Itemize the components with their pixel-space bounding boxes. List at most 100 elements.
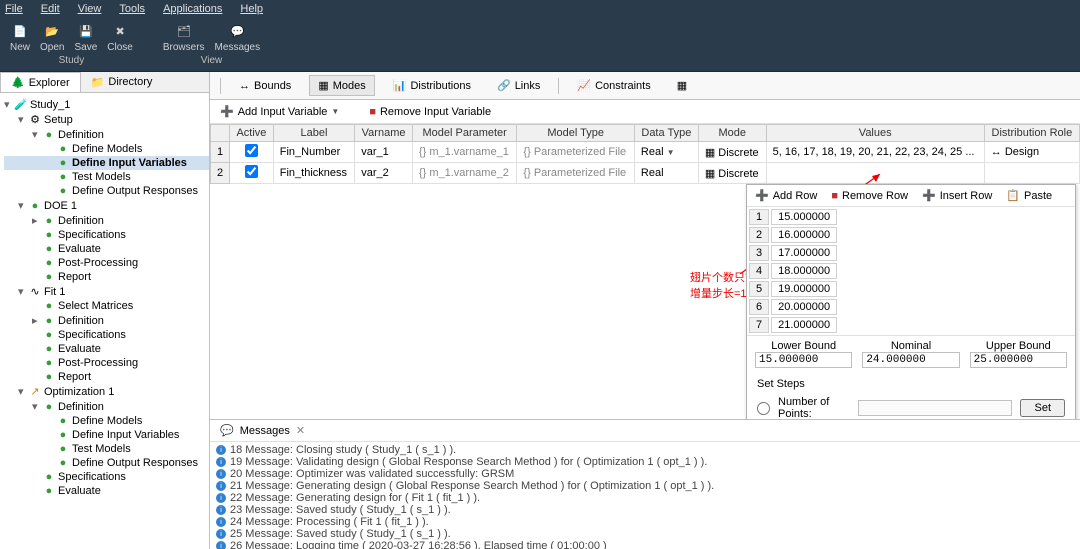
mode-icon: ▦ (705, 168, 715, 180)
chevron-down-icon: ▼ (331, 107, 339, 116)
col-type[interactable]: Model Type (517, 125, 635, 142)
check-icon: ● (42, 315, 56, 327)
check-icon: ● (56, 171, 70, 183)
tree-define-input-vars[interactable]: ●Define Input Variables (4, 156, 209, 170)
check-icon: ● (56, 185, 70, 197)
save-button[interactable]: 💾Save (74, 21, 97, 53)
add-row-button[interactable]: ➕Add Row (755, 189, 817, 202)
tree-test-models[interactable]: ●Test Models (4, 170, 209, 184)
tree-opt-define-models[interactable]: ●Define Models (4, 414, 209, 428)
tree-fit-report[interactable]: ●Report (4, 370, 209, 384)
chevron-down-icon[interactable]: ▼ (667, 148, 675, 157)
lower-bound-input[interactable] (755, 352, 852, 368)
ellipsis-button[interactable]: ... (965, 146, 974, 158)
tab-explorer[interactable]: 🌲Explorer (0, 72, 81, 92)
active-checkbox[interactable] (245, 144, 258, 157)
messages-tab-label[interactable]: Messages (240, 425, 290, 437)
tree-define-output[interactable]: ●Define Output Responses (4, 184, 209, 198)
col-distrole[interactable]: Distribution Role (984, 125, 1079, 142)
open-button[interactable]: 📂Open (40, 21, 64, 53)
close-icon[interactable]: ✕ (296, 424, 305, 437)
tree-doe-specifications[interactable]: ●Specifications (4, 228, 209, 242)
table-row[interactable]: 2 Fin_thickness var_2 {} m_1.varname_2 {… (211, 163, 1080, 184)
tab-links[interactable]: 🔗Links (489, 76, 548, 95)
explorer-tree[interactable]: ▾🧪Study_1 ▾⚙Setup ▾●Definition ●Define M… (0, 93, 209, 549)
insert-row-button[interactable]: ➕Insert Row (922, 189, 992, 202)
remove-icon: ■ (831, 190, 838, 202)
browsers-button[interactable]: 🗂Browsers (163, 21, 205, 53)
new-button[interactable]: 📄New (10, 21, 30, 53)
toolbar-group-study: Study (59, 55, 85, 66)
tree-doe-report[interactable]: ●Report (4, 270, 209, 284)
tree-define-models[interactable]: ●Define Models (4, 142, 209, 156)
remove-row-button[interactable]: ■Remove Row (831, 189, 908, 202)
tree-opt-test-models[interactable]: ●Test Models (4, 442, 209, 456)
paste-button[interactable]: 📋Paste (1006, 189, 1052, 202)
col-label[interactable]: Label (273, 125, 354, 142)
tree-doe1[interactable]: ▾●DOE 1 (4, 198, 209, 213)
tree-doe-definition[interactable]: ▸●Definition (4, 213, 209, 228)
tree-fit-postprocessing[interactable]: ●Post-Processing (4, 356, 209, 370)
tree-opt-evaluate[interactable]: ●Evaluate (4, 484, 209, 498)
check-icon: ● (42, 357, 56, 369)
design-icon: ↔ (991, 146, 1002, 158)
distributions-icon: 📊 (393, 79, 407, 92)
remove-input-variable-button[interactable]: ■Remove Input Variable (369, 106, 491, 118)
tree-opt-specifications[interactable]: ●Specifications (4, 470, 209, 484)
tree-fit-select-matrices[interactable]: ●Select Matrices (4, 299, 209, 313)
tree-opt-define-output[interactable]: ●Define Output Responses (4, 456, 209, 470)
nominal-input[interactable] (862, 352, 959, 368)
info-icon: i (216, 493, 226, 503)
col-varname[interactable]: Varname (355, 125, 413, 142)
tree-optimization1[interactable]: ▾↗Optimization 1 (4, 384, 209, 399)
check-icon: ● (56, 143, 70, 155)
col-dtype[interactable]: Data Type (634, 125, 698, 142)
num-points-radio[interactable] (757, 402, 770, 415)
set-num-points-button[interactable]: Set (1020, 399, 1065, 417)
tab-directory[interactable]: 📁Directory (81, 72, 163, 92)
add-input-variable-button[interactable]: ➕Add Input Variable ▼ (220, 105, 339, 118)
menu-applications[interactable]: Applications (163, 3, 222, 15)
col-param[interactable]: Model Parameter (412, 125, 516, 142)
check-icon: ● (56, 415, 70, 427)
upper-bound-input[interactable] (970, 352, 1067, 368)
close-button[interactable]: ✖Close (107, 21, 133, 53)
menu-file[interactable]: File (5, 3, 23, 15)
col-mode[interactable]: Mode (698, 125, 766, 142)
values-list[interactable]: 115.000000 216.000000 317.000000 418.000… (747, 207, 839, 335)
menu-tools[interactable]: Tools (119, 3, 145, 15)
info-icon: i (216, 505, 226, 515)
col-values[interactable]: Values (766, 125, 984, 142)
variables-grid[interactable]: Active Label Varname Model Parameter Mod… (210, 124, 1080, 184)
tab-modes[interactable]: ▦Modes (309, 75, 374, 96)
table-row[interactable]: 1 Fin_Number var_1 {} m_1.varname_1 {} P… (211, 142, 1080, 163)
tree-study[interactable]: ▾🧪Study_1 (4, 97, 209, 112)
menu-edit[interactable]: Edit (41, 3, 60, 15)
tab-extra[interactable]: ▦ (669, 76, 695, 95)
col-active[interactable]: Active (230, 125, 274, 142)
tab-constraints[interactable]: 📈Constraints (569, 76, 658, 95)
tree-doe-evaluate[interactable]: ●Evaluate (4, 242, 209, 256)
tree-doe-postprocessing[interactable]: ●Post-Processing (4, 256, 209, 270)
tab-distributions[interactable]: 📊Distributions (385, 76, 479, 95)
tree-opt-definition[interactable]: ▾●Definition (4, 399, 209, 414)
messages-button[interactable]: 💬Messages (215, 21, 261, 53)
check-icon: ● (42, 329, 56, 341)
tree-fit1[interactable]: ▾∿Fit 1 (4, 284, 209, 299)
tree-definition[interactable]: ▾●Definition (4, 127, 209, 142)
insert-icon: ➕ (922, 189, 936, 202)
toolbar-group-view: View (201, 55, 223, 66)
messages-icon: 💬 (220, 424, 234, 437)
tree-fit-definition[interactable]: ▸●Definition (4, 313, 209, 328)
tree-setup[interactable]: ▾⚙Setup (4, 112, 209, 127)
tree-opt-define-input-vars[interactable]: ●Define Input Variables (4, 428, 209, 442)
menu-view[interactable]: View (78, 3, 102, 15)
num-points-label: Number of Points: (778, 396, 850, 419)
active-checkbox[interactable] (245, 165, 258, 178)
messages-log[interactable]: i18 Message: Closing study ( Study_1 ( s… (210, 442, 1080, 549)
tree-fit-specifications[interactable]: ●Specifications (4, 328, 209, 342)
paste-icon: 📋 (1006, 189, 1020, 202)
tab-bounds[interactable]: ↔Bounds (231, 77, 299, 95)
tree-fit-evaluate[interactable]: ●Evaluate (4, 342, 209, 356)
menu-help[interactable]: Help (240, 3, 263, 15)
